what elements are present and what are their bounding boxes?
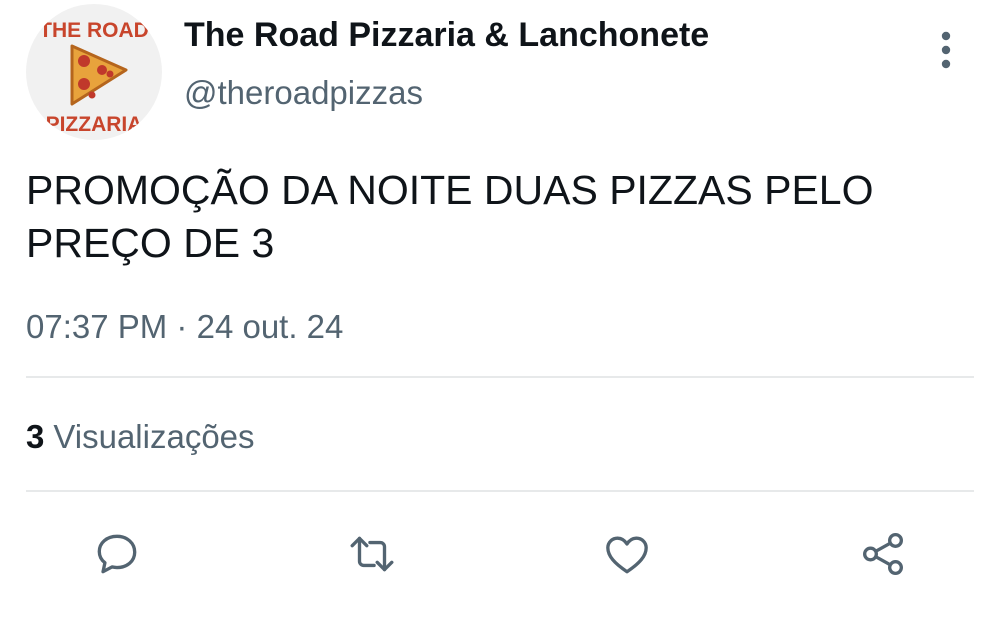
views-label: Visualizações xyxy=(53,418,255,455)
timestamp-separator: · xyxy=(176,308,188,345)
tweet-text: PROMOÇÃO DA NOITE DUAS PIZZAS PELO PREÇO… xyxy=(26,167,874,266)
share-button[interactable] xyxy=(855,526,911,582)
tweet-card: THE ROAD PIZZARIA The Road Pizzaria & La… xyxy=(0,0,1000,617)
views-count: 3 xyxy=(26,418,45,455)
speech-bubble-icon xyxy=(97,534,137,574)
divider xyxy=(26,376,974,378)
vertical-dots-icon xyxy=(941,31,951,69)
reply-button[interactable] xyxy=(89,526,145,582)
views-stat[interactable]: 3 Visualizações xyxy=(26,418,255,456)
tweet-time: 07:37 PM xyxy=(26,308,168,345)
retweet-icon xyxy=(350,536,394,572)
like-button[interactable] xyxy=(599,526,655,582)
divider xyxy=(26,490,974,492)
author-display-name[interactable]: The Road Pizzaria & Lanchonete xyxy=(184,16,709,55)
heart-icon xyxy=(606,536,648,574)
tweet-date: 24 out. 24 xyxy=(196,308,344,345)
more-options-button[interactable] xyxy=(922,26,970,74)
author-handle[interactable]: @theroadpizzas xyxy=(184,74,423,112)
share-icon xyxy=(863,532,903,576)
pizza-slice-icon xyxy=(70,44,128,106)
avatar-top-text: THE ROAD xyxy=(39,19,149,42)
retweet-button[interactable] xyxy=(344,526,400,582)
avatar-bottom-text: PIZZARIA xyxy=(46,113,143,136)
tweet-timestamp[interactable]: 07:37 PM · 24 out. 24 xyxy=(26,308,343,346)
avatar-logo: THE ROAD PIZZARIA xyxy=(39,19,149,136)
avatar[interactable]: THE ROAD PIZZARIA xyxy=(26,4,162,140)
